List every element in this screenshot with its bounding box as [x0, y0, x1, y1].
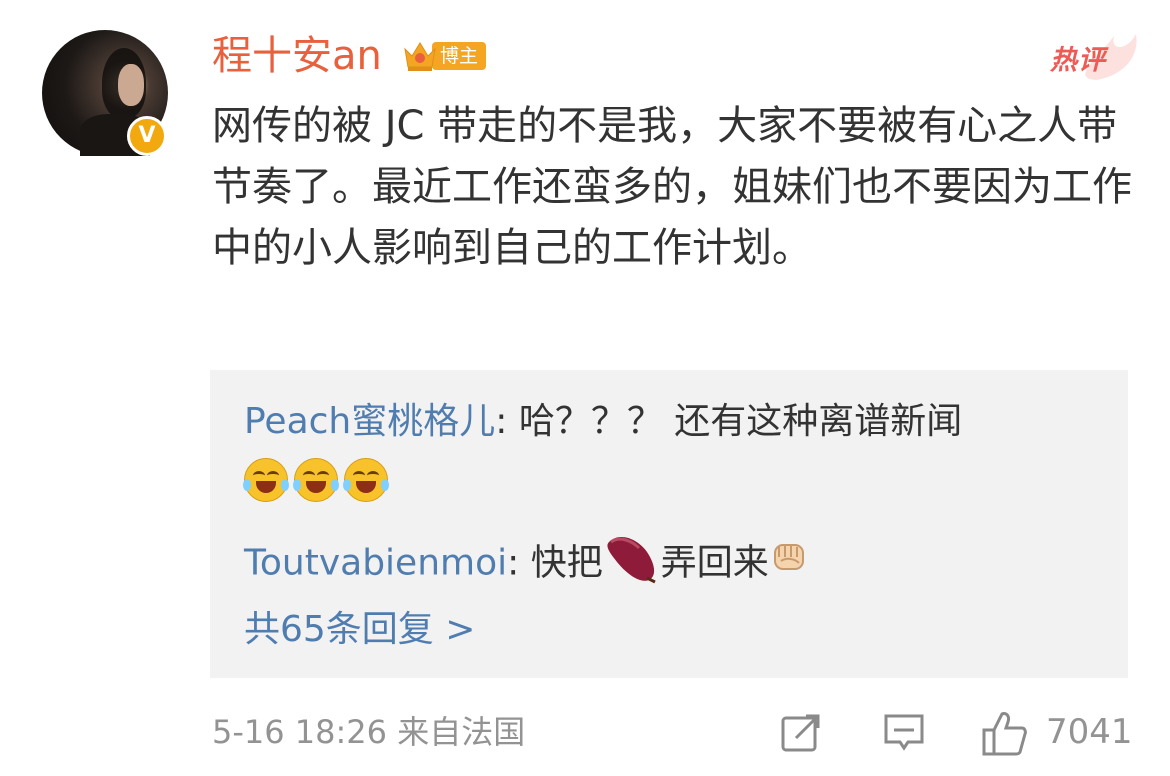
reply-emoji-row [243, 458, 389, 502]
reply-item[interactable]: Toutvabienmoi: 快把 弄回来 [244, 528, 811, 601]
post-text: 网传的被 JC 带走的不是我，大家不要被有心之人带节奏了。最近工作还蛮多的，姐妹… [212, 103, 1132, 271]
reply-text-after: 弄回来 [660, 542, 769, 584]
crown-icon [402, 39, 438, 73]
like-count: 7041 [1046, 712, 1133, 752]
hot-comment-badge: 热评 [1050, 28, 1142, 84]
laugh-cry-emoji-icon [293, 458, 339, 502]
reply-user[interactable]: Toutvabienmoi [244, 543, 507, 584]
reply-separator: : [507, 542, 531, 584]
sweet-potato-emoji-icon [603, 528, 661, 601]
verified-badge-icon: V [127, 116, 167, 156]
reply-separator: : [495, 401, 519, 442]
avatar-face [118, 64, 144, 106]
comment-icon [884, 714, 924, 751]
share-icon [781, 714, 820, 752]
replies-box[interactable]: Peach蜜桃格儿: 哈？？？ 还有这种离谱新闻 Toutvabienmoi: … [210, 370, 1128, 678]
blogger-tag: 博主 [432, 42, 487, 70]
reply-text: 哈？？？ 还有这种离谱新闻 [518, 401, 963, 442]
post-time-source: 5-16 18:26 来自法国 [212, 713, 526, 751]
blogger-badge[interactable]: 博主 [402, 38, 487, 74]
reply-item[interactable]: Peach蜜桃格儿: 哈？？？ 还有这种离谱新闻 [244, 394, 962, 450]
hot-comment-label: 热评 [1050, 45, 1106, 76]
reply-user[interactable]: Peach蜜桃格儿 [244, 401, 495, 442]
comment-button[interactable] [882, 710, 926, 754]
author-name[interactable]: 程十安an [212, 32, 382, 80]
fist-emoji-icon [769, 535, 811, 594]
share-button[interactable] [780, 710, 824, 754]
more-replies-link[interactable]: 共65条回复 > [244, 602, 475, 658]
laugh-cry-emoji-icon [243, 458, 289, 502]
reply-text-before: 快把 [530, 542, 603, 584]
like-icon [982, 712, 1027, 756]
like-button[interactable] [980, 710, 1028, 756]
laugh-cry-emoji-icon [343, 458, 389, 502]
